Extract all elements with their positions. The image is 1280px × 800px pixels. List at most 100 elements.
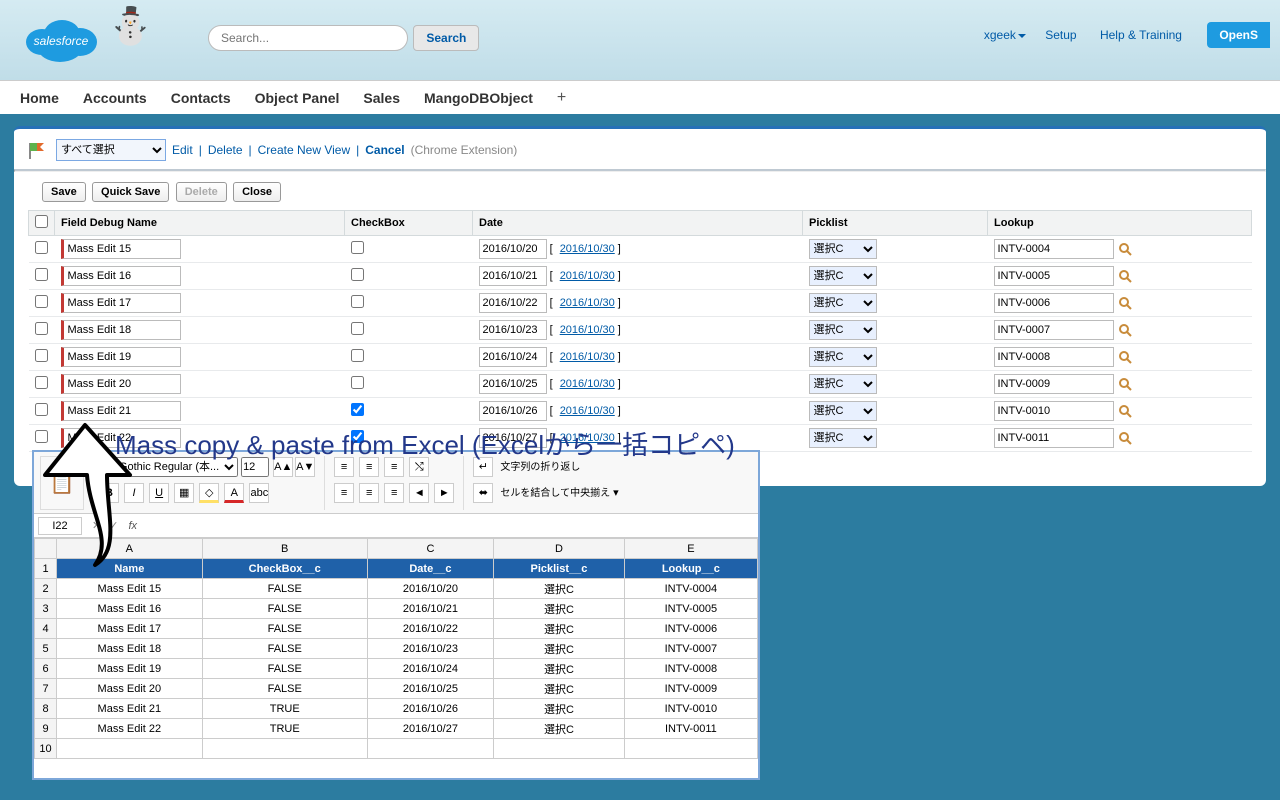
checkbox-input[interactable] bbox=[351, 349, 364, 362]
excel-cell[interactable]: Mass Edit 15 bbox=[57, 579, 203, 599]
excel-cell[interactable]: INTV-0006 bbox=[624, 619, 757, 639]
excel-row-head[interactable]: 8 bbox=[35, 699, 57, 719]
quick-save-button[interactable]: Quick Save bbox=[92, 182, 169, 202]
excel-cell[interactable]: 選択C bbox=[494, 599, 625, 619]
excel-cell[interactable]: 2016/10/24 bbox=[367, 659, 493, 679]
excel-cell[interactable] bbox=[202, 739, 367, 759]
excel-cell[interactable]: 選択C bbox=[494, 679, 625, 699]
picklist-select[interactable]: 選択C bbox=[809, 428, 877, 448]
excel-row-head[interactable]: 7 bbox=[35, 679, 57, 699]
name-input[interactable] bbox=[61, 239, 181, 259]
excel-cell[interactable]: FALSE bbox=[202, 679, 367, 699]
search-button[interactable]: Search bbox=[413, 25, 479, 51]
lookup-input[interactable] bbox=[994, 239, 1114, 259]
date-input[interactable] bbox=[479, 401, 547, 421]
excel-row-head[interactable]: 10 bbox=[35, 739, 57, 759]
excel-cell[interactable]: Mass Edit 18 bbox=[57, 639, 203, 659]
excel-cell[interactable]: 選択C bbox=[494, 619, 625, 639]
excel-cell[interactable]: INTV-0005 bbox=[624, 599, 757, 619]
user-menu[interactable]: xgeek bbox=[984, 28, 1026, 42]
borders-button[interactable]: ▦ bbox=[174, 483, 194, 503]
formula-input[interactable] bbox=[143, 517, 754, 535]
excel-cell[interactable]: 2016/10/27 bbox=[367, 719, 493, 739]
date-link[interactable]: 2016/10/30 bbox=[560, 351, 615, 363]
excel-cell[interactable]: INTV-0009 bbox=[624, 679, 757, 699]
name-input[interactable] bbox=[61, 401, 181, 421]
excel-cell[interactable]: INTV-0011 bbox=[624, 719, 757, 739]
excel-row-head[interactable]: 6 bbox=[35, 659, 57, 679]
date-input[interactable] bbox=[479, 266, 547, 286]
excel-cell[interactable]: 選択C bbox=[494, 579, 625, 599]
merge-button[interactable]: ⬌ bbox=[473, 483, 493, 503]
open-button[interactable]: OpenS bbox=[1207, 22, 1270, 48]
lookup-icon[interactable] bbox=[1118, 404, 1132, 418]
indent-inc-button[interactable]: ► bbox=[434, 483, 454, 503]
excel-cell[interactable]: INTV-0007 bbox=[624, 639, 757, 659]
cancel-link[interactable]: Cancel bbox=[365, 143, 404, 157]
checkbox-input[interactable] bbox=[351, 322, 364, 335]
lookup-icon[interactable] bbox=[1118, 350, 1132, 364]
excel-cell[interactable]: Mass Edit 20 bbox=[57, 679, 203, 699]
date-link[interactable]: 2016/10/30 bbox=[560, 405, 615, 417]
excel-col-head[interactable]: C bbox=[367, 539, 493, 559]
date-input[interactable] bbox=[479, 347, 547, 367]
picklist-select[interactable]: 選択C bbox=[809, 401, 877, 421]
excel-row-head[interactable]: 2 bbox=[35, 579, 57, 599]
lookup-icon[interactable] bbox=[1118, 269, 1132, 283]
excel-cell[interactable]: Mass Edit 22 bbox=[57, 719, 203, 739]
date-link[interactable]: 2016/10/30 bbox=[560, 270, 615, 282]
row-checkbox[interactable] bbox=[35, 295, 48, 308]
picklist-select[interactable]: 選択C bbox=[809, 320, 877, 340]
name-input[interactable] bbox=[61, 374, 181, 394]
date-input[interactable] bbox=[479, 293, 547, 313]
excel-cell[interactable]: 2016/10/22 bbox=[367, 619, 493, 639]
excel-row-head[interactable]: 9 bbox=[35, 719, 57, 739]
add-tab-button[interactable]: + bbox=[557, 89, 566, 107]
delete-button[interactable]: Delete bbox=[176, 182, 227, 202]
excel-row-head[interactable]: 3 bbox=[35, 599, 57, 619]
excel-cell[interactable]: FALSE bbox=[202, 639, 367, 659]
date-link[interactable]: 2016/10/30 bbox=[560, 297, 615, 309]
lookup-input[interactable] bbox=[994, 401, 1114, 421]
lookup-input[interactable] bbox=[994, 320, 1114, 340]
lookup-input[interactable] bbox=[994, 428, 1114, 448]
excel-row-head[interactable]: 5 bbox=[35, 639, 57, 659]
excel-cell[interactable]: FALSE bbox=[202, 659, 367, 679]
picklist-select[interactable]: 選択C bbox=[809, 374, 877, 394]
row-checkbox[interactable] bbox=[35, 268, 48, 281]
excel-cell[interactable]: 選択C bbox=[494, 719, 625, 739]
align-right-button[interactable]: ≡ bbox=[384, 483, 404, 503]
col-lookup[interactable]: Lookup bbox=[988, 211, 1252, 236]
excel-cell[interactable] bbox=[57, 739, 203, 759]
excel-cell[interactable]: Mass Edit 16 bbox=[57, 599, 203, 619]
name-input[interactable] bbox=[61, 266, 181, 286]
date-input[interactable] bbox=[479, 320, 547, 340]
lookup-icon[interactable] bbox=[1118, 296, 1132, 310]
picklist-select[interactable]: 選択C bbox=[809, 266, 877, 286]
checkbox-input[interactable] bbox=[351, 268, 364, 281]
row-checkbox[interactable] bbox=[35, 349, 48, 362]
lookup-input[interactable] bbox=[994, 347, 1114, 367]
checkbox-input[interactable] bbox=[351, 295, 364, 308]
date-input[interactable] bbox=[479, 374, 547, 394]
lookup-input[interactable] bbox=[994, 266, 1114, 286]
tab-home[interactable]: Home bbox=[20, 90, 59, 106]
row-checkbox[interactable] bbox=[35, 376, 48, 389]
help-link[interactable]: Help & Training bbox=[1100, 28, 1182, 42]
lookup-input[interactable] bbox=[994, 293, 1114, 313]
excel-row-head[interactable]: 4 bbox=[35, 619, 57, 639]
excel-cell[interactable]: 2016/10/25 bbox=[367, 679, 493, 699]
tab-accounts[interactable]: Accounts bbox=[83, 90, 147, 106]
select-all-checkbox[interactable] bbox=[35, 215, 48, 228]
create-view-link[interactable]: Create New View bbox=[258, 143, 350, 157]
excel-cell[interactable] bbox=[624, 739, 757, 759]
tab-sales[interactable]: Sales bbox=[363, 90, 400, 106]
excel-header-cell[interactable]: Lookup__c bbox=[624, 559, 757, 579]
excel-header-cell[interactable]: CheckBox__c bbox=[202, 559, 367, 579]
picklist-select[interactable]: 選択C bbox=[809, 239, 877, 259]
lookup-input[interactable] bbox=[994, 374, 1114, 394]
excel-cell[interactable] bbox=[494, 739, 625, 759]
align-left-button[interactable]: ≡ bbox=[334, 483, 354, 503]
name-input[interactable] bbox=[61, 347, 181, 367]
excel-cell[interactable]: 2016/10/23 bbox=[367, 639, 493, 659]
